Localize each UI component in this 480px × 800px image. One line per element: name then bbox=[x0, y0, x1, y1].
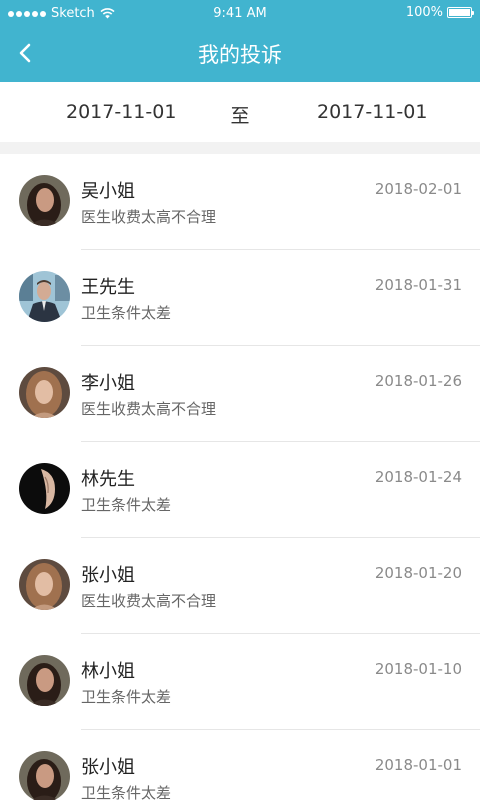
complaint-item[interactable]: 林小姐 卫生条件太差 2018-01-10 bbox=[0, 634, 480, 730]
complainant-name: 林小姐 bbox=[81, 661, 135, 682]
complaint-reason: 卫生条件太差 bbox=[81, 784, 172, 800]
avatar bbox=[19, 751, 70, 800]
complaint-item[interactable]: 王先生 卫生条件太差 2018-01-31 bbox=[0, 250, 480, 346]
section-divider bbox=[0, 142, 480, 154]
avatar bbox=[19, 463, 70, 514]
complainant-name: 张小姐 bbox=[81, 757, 135, 778]
complaint-item[interactable]: 李小姐 医生收费太高不合理 2018-01-26 bbox=[0, 346, 480, 442]
complaint-date: 2018-01-26 bbox=[374, 372, 462, 390]
page-title: 我的投诉 bbox=[198, 43, 282, 67]
complaint-date: 2018-01-20 bbox=[374, 564, 462, 582]
complaint-date: 2018-02-01 bbox=[374, 180, 462, 198]
complaint-reason: 卫生条件太差 bbox=[81, 496, 172, 514]
battery-percent: 100% bbox=[405, 5, 443, 20]
complaint-item[interactable]: 林先生 卫生条件太差 2018-01-24 bbox=[0, 442, 480, 538]
complainant-name: 张小姐 bbox=[81, 565, 135, 586]
complaint-reason: 医生收费太高不合理 bbox=[81, 400, 217, 418]
portrait-image bbox=[19, 559, 70, 610]
portrait-image bbox=[19, 751, 70, 800]
avatar bbox=[19, 175, 70, 226]
complainant-name: 王先生 bbox=[81, 277, 135, 298]
battery-icon bbox=[447, 7, 474, 18]
avatar bbox=[19, 559, 70, 610]
complaint-reason: 医生收费太高不合理 bbox=[81, 208, 217, 226]
date-range-filter: 2017-11-01 至 2017-11-01 bbox=[0, 82, 480, 142]
complaint-item[interactable]: 吴小姐 医生收费太高不合理 2018-02-01 bbox=[0, 154, 480, 250]
status-right: 100% bbox=[405, 5, 474, 20]
complainant-name: 李小姐 bbox=[81, 373, 135, 394]
complaint-date: 2018-01-24 bbox=[374, 468, 462, 486]
portrait-image bbox=[19, 463, 70, 514]
complainant-name: 吴小姐 bbox=[81, 181, 135, 202]
portrait-image bbox=[19, 271, 70, 322]
header-bar: Sketch 9:41 AM 100% 我的投诉 bbox=[0, 0, 480, 82]
complainant-name: 林先生 bbox=[81, 469, 135, 490]
complaint-reason: 医生收费太高不合理 bbox=[81, 592, 217, 610]
portrait-image bbox=[19, 175, 70, 226]
complaint-date: 2018-01-01 bbox=[374, 756, 462, 774]
complaint-reason: 卫生条件太差 bbox=[81, 304, 172, 322]
complaint-reason: 卫生条件太差 bbox=[81, 688, 172, 706]
avatar bbox=[19, 655, 70, 706]
complaint-date: 2018-01-31 bbox=[374, 276, 462, 294]
complaint-item[interactable]: 张小姐 卫生条件太差 2018-01-01 bbox=[0, 730, 480, 800]
portrait-image bbox=[19, 367, 70, 418]
complaint-item[interactable]: 张小姐 医生收费太高不合理 2018-01-20 bbox=[0, 538, 480, 634]
complaint-date: 2018-01-10 bbox=[374, 660, 462, 678]
end-date-picker[interactable]: 2017-11-01 bbox=[317, 101, 427, 123]
status-bar: Sketch 9:41 AM 100% bbox=[0, 0, 480, 28]
complaint-list: 吴小姐 医生收费太高不合理 2018-02-01 王先生 卫生条件太差 2018… bbox=[0, 154, 480, 800]
avatar bbox=[19, 271, 70, 322]
portrait-image bbox=[19, 655, 70, 706]
avatar bbox=[19, 367, 70, 418]
